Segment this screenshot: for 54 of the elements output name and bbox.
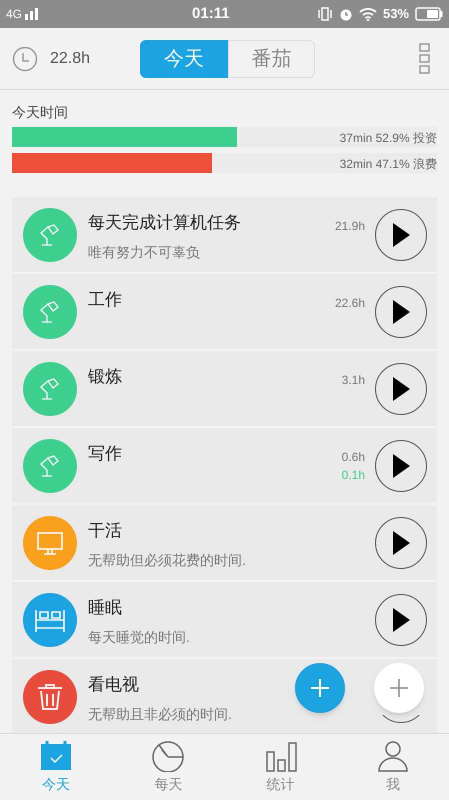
play-button[interactable] <box>375 362 427 414</box>
activity-title: 每天完成计算机任务 <box>88 212 241 234</box>
activity-subtitle: 唯有努力不可辜负 <box>88 242 200 262</box>
battery-icon <box>415 7 443 21</box>
wifi-icon <box>358 7 377 21</box>
activity-row[interactable]: 锻炼 3.1h <box>12 351 437 426</box>
activity-subtitle: 每天睡觉的时间. <box>88 628 190 646</box>
activity-row[interactable]: 睡眠 每天睡觉的时间. <box>12 582 437 657</box>
plus-icon <box>311 679 329 697</box>
pie-icon <box>151 740 186 772</box>
play-button[interactable] <box>375 286 427 338</box>
duration: 21.9h <box>334 218 365 235</box>
activity-title: 工作 <box>88 289 122 311</box>
activity-title: 写作 <box>88 443 122 465</box>
activity-row[interactable]: 写作 0.6h 0.1h <box>12 428 437 503</box>
battery-percent: 53% <box>382 5 409 24</box>
network-label: 4G <box>6 6 22 23</box>
activity-title: 锻炼 <box>88 366 122 388</box>
activity-row[interactable]: 工作 22.6h <box>12 274 437 349</box>
person-icon <box>376 740 410 772</box>
activity-title: 看电视 <box>88 674 139 696</box>
section-title: 今天时间 <box>12 103 69 122</box>
play-icon <box>392 376 410 400</box>
activity-subtitle: 无帮助但必须花费的时间. <box>88 550 246 570</box>
duration: 0.1h <box>342 467 365 484</box>
activity-title: 干活 <box>88 520 122 542</box>
menu-icon[interactable] <box>419 42 431 74</box>
status-time: 01:11 <box>192 4 230 24</box>
play-button[interactable] <box>375 440 427 492</box>
activity-title: 睡眠 <box>88 597 122 619</box>
play-icon <box>392 530 410 554</box>
duration: 3.1h <box>342 372 365 389</box>
bar-reading: 37min 52.9% 投资 <box>340 130 437 147</box>
bar-reading: 32min 47.1% 浪费 <box>340 156 437 173</box>
total-hours: 22.8h <box>50 48 90 68</box>
alarm-icon <box>338 7 353 21</box>
calendar-icon <box>39 740 74 772</box>
duration: 0.6h <box>342 449 365 466</box>
play-icon <box>392 608 410 632</box>
signal-icon <box>24 8 40 20</box>
play-icon <box>392 222 410 246</box>
activity-row[interactable]: 每天完成计算机任务 唯有努力不可辜负 21.9h <box>12 197 437 272</box>
activity-row[interactable]: 干活 无帮助但必须花费的时间. <box>12 505 437 580</box>
play-button[interactable] <box>375 208 427 260</box>
clock-icon <box>12 46 38 72</box>
activity-subtitle: 无帮助且非必须的时间. <box>88 704 232 724</box>
plus-icon <box>390 679 408 697</box>
bars-icon <box>264 740 298 772</box>
play-icon <box>392 454 410 478</box>
play-button[interactable] <box>375 594 427 646</box>
vibrate-icon <box>316 7 333 21</box>
play-button[interactable] <box>375 516 427 568</box>
duration: 22.6h <box>334 295 365 312</box>
play-icon <box>392 300 410 324</box>
